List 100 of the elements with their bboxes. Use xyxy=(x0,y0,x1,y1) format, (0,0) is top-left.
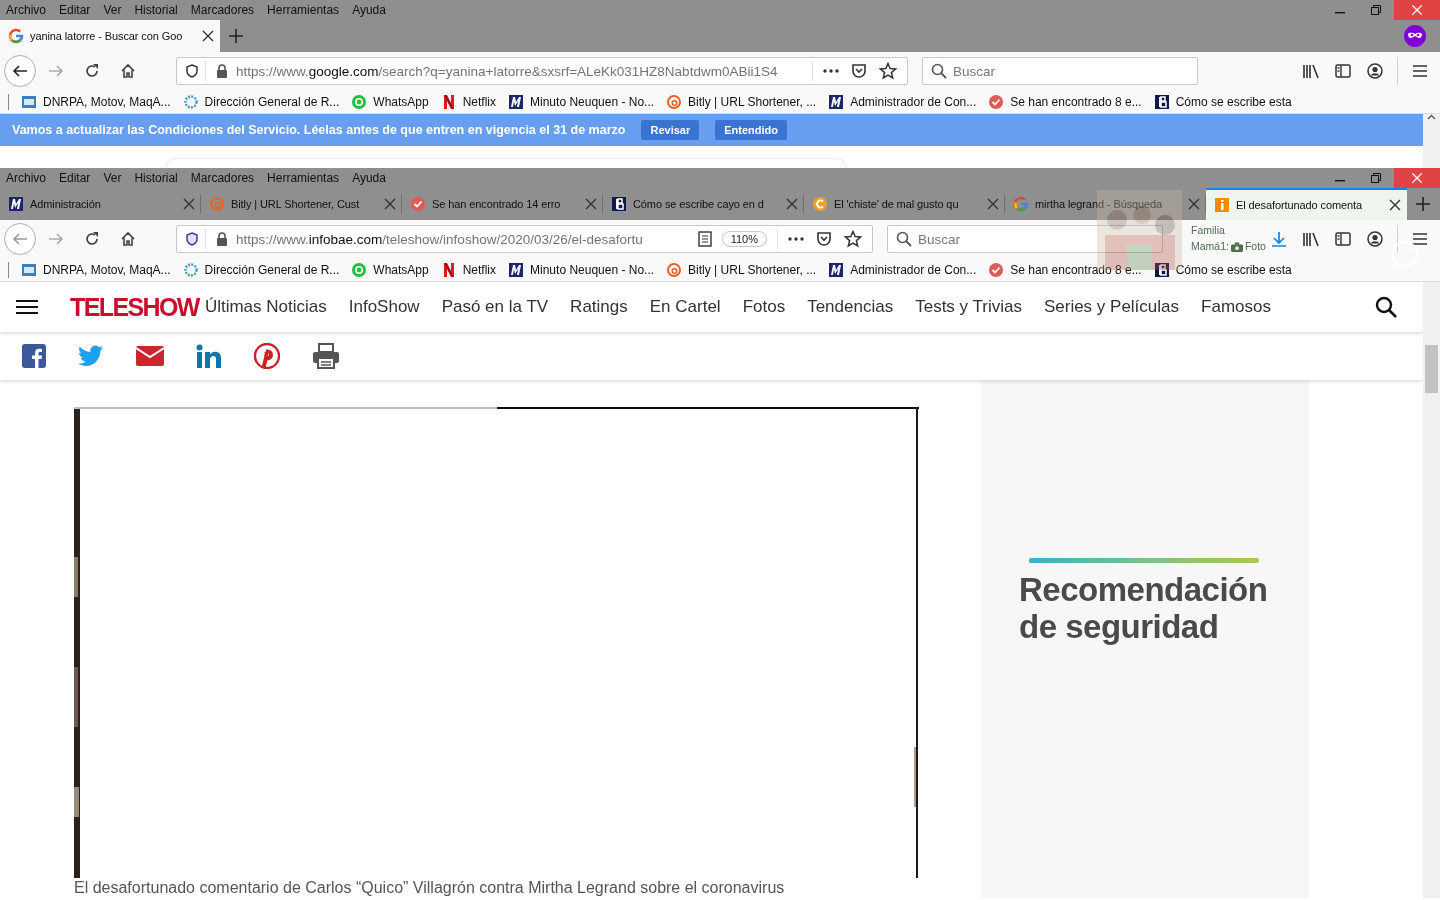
site-icon xyxy=(1153,93,1170,110)
menu-item[interactable]: Ver xyxy=(103,3,122,17)
pocket-icon[interactable] xyxy=(816,231,832,247)
notice-button[interactable]: Revisar xyxy=(641,120,700,140)
close-icon[interactable] xyxy=(1412,5,1422,15)
account-icon[interactable] xyxy=(1367,231,1383,247)
close-tab-icon[interactable] xyxy=(1389,199,1401,211)
nav-link[interactable]: Series y Películas xyxy=(1043,297,1180,317)
nav-link[interactable]: Tests y Trivias xyxy=(915,297,1022,317)
menu-item[interactable]: Herramientas xyxy=(267,171,340,185)
browser-tab[interactable]: mirtha legrand - Búsqueda xyxy=(1005,188,1206,220)
bookmark-link[interactable]: DNRPA, Motov, MaqA... xyxy=(43,94,171,109)
account-icon[interactable] xyxy=(1367,63,1383,79)
browser-tab[interactable]: El 'chiste' de mal gusto qu xyxy=(804,188,1005,220)
facebook-icon[interactable] xyxy=(22,344,46,368)
nav-link[interactable]: Últimas Noticias xyxy=(204,297,327,317)
new-tab-icon[interactable] xyxy=(228,28,244,44)
bookmark-link[interactable]: Cómo se escribe esta xyxy=(1175,94,1292,109)
address-bar[interactable]: https://www.infobae.com/teleshow/infoshow/2020/03/26/el-desafortu 110% xyxy=(176,225,873,253)
bookmark-link[interactable]: Administrador de Con... xyxy=(850,94,977,109)
notice-button[interactable]: Entendido xyxy=(715,120,787,140)
menu-icon[interactable] xyxy=(16,299,38,315)
menu-item[interactable]: Marcadores xyxy=(190,171,255,185)
search-field[interactable]: Buscar xyxy=(887,225,1163,253)
nav-link[interactable]: Tendencias xyxy=(807,297,894,317)
email-icon[interactable] xyxy=(136,346,164,366)
bookmark-link[interactable]: Bitly | URL Shortener, ... xyxy=(688,94,817,109)
library-icon[interactable] xyxy=(1302,63,1320,79)
more-icon[interactable] xyxy=(823,69,839,73)
reader-view-icon[interactable] xyxy=(697,231,712,247)
close-tab-icon[interactable] xyxy=(202,30,214,42)
nav-link[interactable]: Pasó en la TV xyxy=(441,297,549,317)
sidebar-icon[interactable] xyxy=(1335,64,1351,78)
menu-item[interactable]: Archivo xyxy=(6,3,46,17)
home-icon[interactable] xyxy=(120,63,136,79)
restore-icon[interactable] xyxy=(1371,5,1381,15)
bookmark-link[interactable]: Dirección General de R... xyxy=(204,262,340,277)
menu-item[interactable]: Editar xyxy=(59,3,91,17)
browser-tab[interactable]: Cómo se escribe cayo en d xyxy=(603,188,804,220)
print-icon[interactable] xyxy=(312,343,340,369)
bird-icon[interactable] xyxy=(78,345,104,367)
search-field[interactable]: Buscar xyxy=(922,57,1198,85)
bookmark-link[interactable]: Se han encontrado 8 e... xyxy=(1010,94,1142,109)
menu-item[interactable]: Ayuda xyxy=(352,171,386,185)
nav-link[interactable]: En Cartel xyxy=(649,297,721,317)
home-icon[interactable] xyxy=(120,231,136,247)
bookmark-link[interactable]: Se han encontrado 8 e... xyxy=(1010,262,1142,277)
menu-item[interactable]: Historial xyxy=(134,3,178,17)
browser-tab[interactable]: El desafortunado comenta xyxy=(1206,188,1407,220)
more-icon[interactable] xyxy=(788,237,804,241)
star-icon[interactable] xyxy=(844,230,862,248)
menu-item[interactable]: Historial xyxy=(134,171,178,185)
bookmark-link[interactable]: Dirección General de R... xyxy=(204,94,340,109)
linkedin-icon[interactable] xyxy=(196,344,222,368)
download-icon[interactable] xyxy=(1271,231,1287,247)
bookmark-link[interactable]: DNRPA, Motov, MaqA... xyxy=(43,262,171,277)
restore-icon[interactable] xyxy=(1371,173,1381,183)
menu-item[interactable]: Ver xyxy=(103,171,122,185)
menu-item[interactable]: Editar xyxy=(59,171,91,185)
bookmark-link[interactable]: Administrador de Con... xyxy=(850,262,977,277)
bookmark-link[interactable]: Bitly | URL Shortener, ... xyxy=(688,262,817,277)
bookmark-link[interactable]: WhatsApp xyxy=(373,262,429,277)
bookmark-link[interactable]: Minuto Neuquen - No... xyxy=(530,262,655,277)
pocket-icon[interactable] xyxy=(851,63,867,79)
bookmark-link[interactable]: Minuto Neuquen - No... xyxy=(530,94,655,109)
sidebar-icon[interactable] xyxy=(1335,232,1351,246)
bookmark-link[interactable]: WhatsApp xyxy=(373,94,429,109)
scrollbar-thumb[interactable] xyxy=(1425,345,1438,393)
menu-item[interactable]: Archivo xyxy=(6,171,46,185)
menu-item[interactable]: Herramientas xyxy=(267,3,340,17)
site-logo[interactable]: TELESHOW xyxy=(70,291,199,323)
browser-tab[interactable]: Administración xyxy=(0,188,201,220)
search-icon[interactable] xyxy=(1375,296,1397,318)
notification-sender: Mamá1: xyxy=(1191,240,1229,253)
close-icon[interactable] xyxy=(1412,173,1422,183)
menu-item[interactable]: Marcadores xyxy=(190,3,255,17)
bookmark-link[interactable]: Netflix xyxy=(462,94,497,109)
address-bar[interactable]: https://www.google.com/search?q=yanina+latorre&sxsrf=ALeKk031HZ8Nabtdwm0ABii1S4 xyxy=(176,57,908,85)
library-icon[interactable] xyxy=(1302,231,1320,247)
browser-tab[interactable]: Bitly | URL Shortener, Cust xyxy=(201,188,402,220)
browser-tab[interactable]: Se han encontrado 14 erro xyxy=(402,188,603,220)
ad-panel[interactable]: Recomendación de seguridad xyxy=(981,380,1309,898)
pinterest-icon[interactable] xyxy=(254,343,280,369)
scroll-up-icon[interactable] xyxy=(1427,114,1436,120)
site-icon xyxy=(988,93,1005,110)
bookmark-link[interactable]: Netflix xyxy=(462,262,497,277)
nav-link[interactable]: Fotos xyxy=(742,297,786,317)
menu-item[interactable]: Ayuda xyxy=(352,3,386,17)
reload-icon[interactable] xyxy=(84,63,100,79)
new-tab-icon[interactable] xyxy=(1415,196,1431,212)
back-button[interactable] xyxy=(4,55,36,87)
nav-link[interactable]: Famosos xyxy=(1201,297,1271,317)
nav-link[interactable]: Ratings xyxy=(570,297,628,317)
nav-link[interactable]: InfoShow xyxy=(348,297,420,317)
star-icon[interactable] xyxy=(879,62,897,80)
bookmark-link[interactable]: Cómo se escribe esta xyxy=(1175,262,1292,277)
reload-icon[interactable] xyxy=(84,231,100,247)
site-icon xyxy=(666,261,683,278)
browser-tab[interactable]: yanina latorre - Buscar con Goo xyxy=(0,20,220,52)
tab-title: Cómo se escribe cayo en d xyxy=(633,198,765,210)
